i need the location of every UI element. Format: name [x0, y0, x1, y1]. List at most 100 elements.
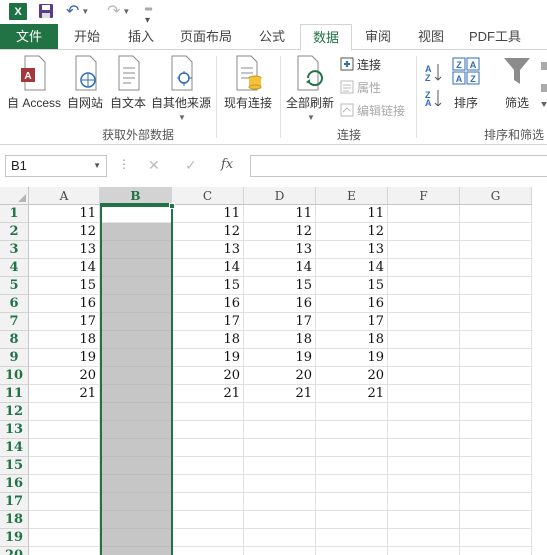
- cell-d2[interactable]: 12: [244, 223, 316, 241]
- column-header-c[interactable]: C: [172, 187, 244, 205]
- cell-a2[interactable]: 12: [29, 223, 100, 241]
- cell-e11[interactable]: 21: [316, 385, 388, 403]
- cell-f20[interactable]: [388, 547, 460, 555]
- cell-b10[interactable]: [100, 367, 172, 385]
- tab-3[interactable]: 页面布局: [168, 24, 244, 50]
- row-header[interactable]: 7: [0, 313, 29, 331]
- row-header[interactable]: 8: [0, 331, 29, 349]
- sort-button[interactable]: Z A A Z 排序: [448, 54, 484, 111]
- chevron-down-icon[interactable]: ▼: [286, 113, 336, 122]
- column-header-d[interactable]: D: [244, 187, 316, 205]
- cell-g17[interactable]: [460, 493, 532, 511]
- cell-a3[interactable]: 13: [29, 241, 100, 259]
- cell-g6[interactable]: [460, 295, 532, 313]
- cell-a4[interactable]: 14: [29, 259, 100, 277]
- cell-g2[interactable]: [460, 223, 532, 241]
- cell-b15[interactable]: [100, 457, 172, 475]
- cell-e5[interactable]: 15: [316, 277, 388, 295]
- cell-d12[interactable]: [244, 403, 316, 421]
- row-header[interactable]: 18: [0, 511, 29, 529]
- row-header[interactable]: 10: [0, 367, 29, 385]
- cell-f1[interactable]: [388, 205, 460, 223]
- cell-e4[interactable]: 14: [316, 259, 388, 277]
- more-filter-icon[interactable]: [539, 58, 547, 108]
- insert-function-icon[interactable]: fx: [221, 157, 233, 172]
- cell-b13[interactable]: [100, 421, 172, 439]
- refresh-all-button[interactable]: 全部刷新 ▼: [284, 54, 336, 122]
- column-header-f[interactable]: F: [388, 187, 460, 205]
- cell-e8[interactable]: 18: [316, 331, 388, 349]
- select-all-button[interactable]: [0, 187, 29, 205]
- cell-d11[interactable]: 21: [244, 385, 316, 403]
- cell-e20[interactable]: [316, 547, 388, 555]
- cell-g11[interactable]: [460, 385, 532, 403]
- row-header[interactable]: 4: [0, 259, 29, 277]
- cell-e18[interactable]: [316, 511, 388, 529]
- cell-g4[interactable]: [460, 259, 532, 277]
- cell-d6[interactable]: 16: [244, 295, 316, 313]
- cell-e2[interactable]: 12: [316, 223, 388, 241]
- cell-c19[interactable]: [172, 529, 244, 547]
- cell-g12[interactable]: [460, 403, 532, 421]
- tab-7[interactable]: 视图: [407, 24, 455, 50]
- cell-e19[interactable]: [316, 529, 388, 547]
- cell-e10[interactable]: 20: [316, 367, 388, 385]
- cell-a6[interactable]: 16: [29, 295, 100, 313]
- cell-d5[interactable]: 15: [244, 277, 316, 295]
- cell-a5[interactable]: 15: [29, 277, 100, 295]
- tab-8[interactable]: PDF工具: [463, 24, 527, 50]
- cell-c20[interactable]: [172, 547, 244, 555]
- cell-g19[interactable]: [460, 529, 532, 547]
- cell-g10[interactable]: [460, 367, 532, 385]
- cell-a16[interactable]: [29, 475, 100, 493]
- cell-b11[interactable]: [100, 385, 172, 403]
- redo-icon[interactable]: ↷ ▼: [107, 2, 137, 20]
- row-header[interactable]: 5: [0, 277, 29, 295]
- cell-f19[interactable]: [388, 529, 460, 547]
- filter-button[interactable]: 筛选: [498, 54, 536, 111]
- chevron-down-icon[interactable]: ▼: [93, 156, 101, 176]
- cell-f4[interactable]: [388, 259, 460, 277]
- cell-a17[interactable]: [29, 493, 100, 511]
- cell-c10[interactable]: 20: [172, 367, 244, 385]
- cell-c5[interactable]: 15: [172, 277, 244, 295]
- cell-b7[interactable]: [100, 313, 172, 331]
- cell-c11[interactable]: 21: [172, 385, 244, 403]
- cell-a12[interactable]: [29, 403, 100, 421]
- cell-b4[interactable]: [100, 259, 172, 277]
- cell-c7[interactable]: 17: [172, 313, 244, 331]
- row-header[interactable]: 12: [0, 403, 29, 421]
- cell-a1[interactable]: 11: [29, 205, 100, 223]
- cell-f3[interactable]: [388, 241, 460, 259]
- cell-c8[interactable]: 18: [172, 331, 244, 349]
- cell-f10[interactable]: [388, 367, 460, 385]
- cell-b20[interactable]: [100, 547, 172, 555]
- cell-e15[interactable]: [316, 457, 388, 475]
- cell-e14[interactable]: [316, 439, 388, 457]
- cell-a14[interactable]: [29, 439, 100, 457]
- tab-2[interactable]: 插入: [117, 24, 165, 50]
- cell-g13[interactable]: [460, 421, 532, 439]
- cell-b16[interactable]: [100, 475, 172, 493]
- cell-d14[interactable]: [244, 439, 316, 457]
- cell-e13[interactable]: [316, 421, 388, 439]
- row-header[interactable]: 19: [0, 529, 29, 547]
- cell-f14[interactable]: [388, 439, 460, 457]
- cell-c16[interactable]: [172, 475, 244, 493]
- cell-c17[interactable]: [172, 493, 244, 511]
- cell-c6[interactable]: 16: [172, 295, 244, 313]
- column-header-a[interactable]: A: [29, 187, 100, 205]
- cell-b9[interactable]: [100, 349, 172, 367]
- formula-input[interactable]: [250, 155, 547, 177]
- cell-e6[interactable]: 16: [316, 295, 388, 313]
- chevron-down-icon[interactable]: ▼: [122, 7, 130, 16]
- cell-b1[interactable]: [100, 205, 172, 223]
- cell-f7[interactable]: [388, 313, 460, 331]
- cell-d10[interactable]: 20: [244, 367, 316, 385]
- tab-5[interactable]: 数据: [300, 24, 352, 51]
- cell-f13[interactable]: [388, 421, 460, 439]
- undo-icon[interactable]: ↶ ▼: [66, 2, 96, 20]
- row-header[interactable]: 1: [0, 205, 29, 223]
- row-header[interactable]: 20: [0, 547, 29, 555]
- row-header[interactable]: 16: [0, 475, 29, 493]
